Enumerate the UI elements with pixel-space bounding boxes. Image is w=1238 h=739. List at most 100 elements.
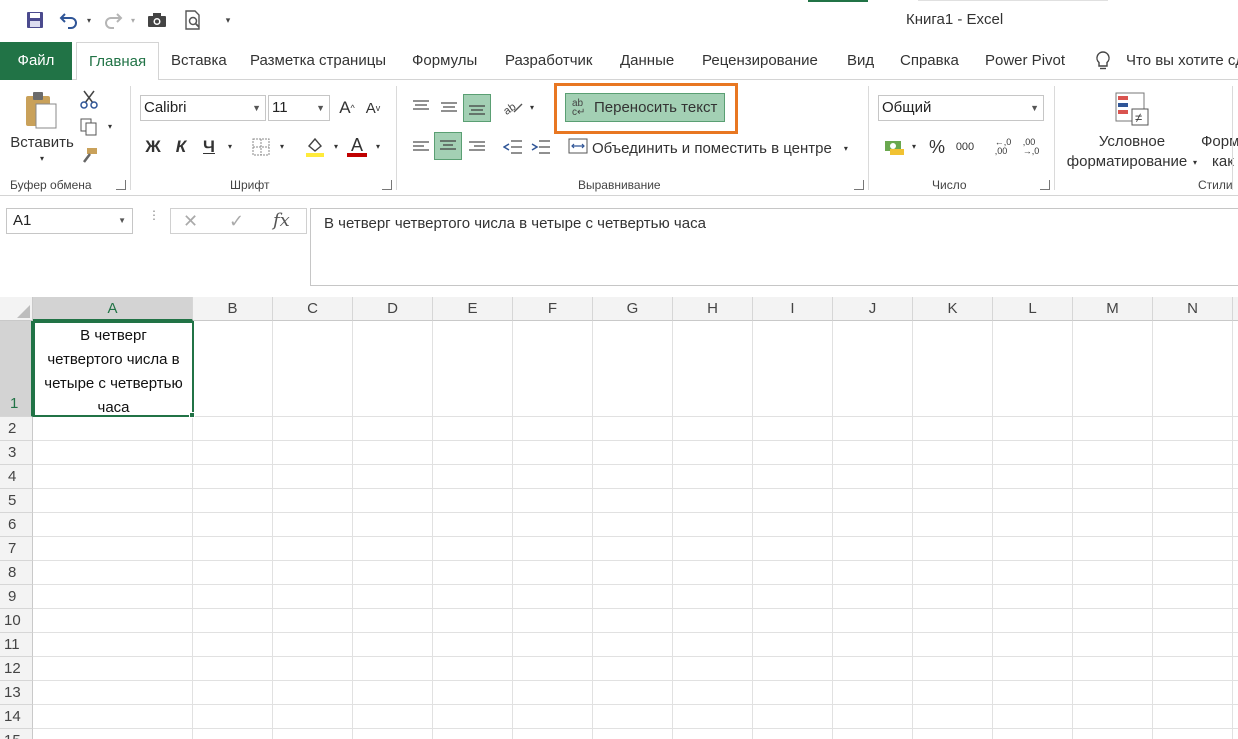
percent-button[interactable]: % xyxy=(926,134,948,160)
chevron-down-icon[interactable]: ▼ xyxy=(1030,96,1039,120)
chevron-down-icon[interactable]: ▼ xyxy=(316,96,325,120)
column-header-G[interactable]: G xyxy=(593,297,673,321)
clipboard-paste-icon[interactable] xyxy=(10,88,70,132)
increase-indent-icon[interactable] xyxy=(528,134,554,160)
column-header-H[interactable]: H xyxy=(673,297,753,321)
undo-dropdown-icon[interactable]: ▾ xyxy=(84,9,94,31)
save-icon[interactable] xyxy=(24,9,46,31)
tab-page-layout[interactable]: Разметка страницы xyxy=(250,42,386,80)
row-header-14[interactable]: 14 xyxy=(0,705,33,729)
borders-icon[interactable] xyxy=(248,134,274,160)
insert-function-icon[interactable]: fx xyxy=(273,210,290,231)
column-header-M[interactable]: M xyxy=(1073,297,1153,321)
lightbulb-icon[interactable] xyxy=(1094,42,1118,80)
align-right-icon[interactable] xyxy=(464,134,490,160)
column-header-I[interactable]: I xyxy=(753,297,833,321)
italic-button[interactable]: К xyxy=(170,134,192,160)
column-header-J[interactable]: J xyxy=(833,297,913,321)
row-header-5[interactable]: 5 xyxy=(0,489,33,513)
decrease-decimal-icon[interactable]: ,00 →,0 xyxy=(1018,134,1044,160)
grow-font-button[interactable]: A ^ xyxy=(336,95,358,121)
row-header-1[interactable]: 1 xyxy=(0,321,33,417)
align-left-icon[interactable] xyxy=(408,134,434,160)
conditional-dropdown-icon[interactable]: ▾ xyxy=(1190,156,1200,168)
underline-dropdown-icon[interactable]: ▾ xyxy=(224,138,236,154)
increase-decimal-icon[interactable]: ←,0,00 xyxy=(990,134,1016,160)
tab-help[interactable]: Справка xyxy=(900,42,959,80)
tab-formulas[interactable]: Формулы xyxy=(412,42,477,80)
format-as-table-line2[interactable]: как xyxy=(1212,152,1238,170)
select-all-corner[interactable] xyxy=(0,297,33,321)
name-box[interactable]: A1 ▼ xyxy=(6,208,133,234)
merge-dropdown-icon[interactable]: ▾ xyxy=(844,144,848,153)
orientation-dropdown-icon[interactable]: ▾ xyxy=(526,100,538,114)
tab-insert[interactable]: Вставка xyxy=(171,42,227,80)
column-header-C[interactable]: C xyxy=(273,297,353,321)
fill-color-dropdown-icon[interactable]: ▾ xyxy=(330,138,342,154)
formula-input[interactable]: В четверг четвертого числа в четыре с че… xyxy=(310,208,1238,286)
row-header-2[interactable]: 2 xyxy=(0,417,33,441)
row-header-9[interactable]: 9 xyxy=(0,585,33,609)
tab-file[interactable]: Файл xyxy=(0,42,72,80)
row-header-4[interactable]: 4 xyxy=(0,465,33,489)
alignment-launcher-icon[interactable] xyxy=(854,180,864,190)
camera-icon[interactable] xyxy=(146,9,168,31)
row-header-12[interactable]: 12 xyxy=(0,657,33,681)
column-header-B[interactable]: B xyxy=(193,297,273,321)
redo-dropdown-icon[interactable]: ▾ xyxy=(128,9,138,31)
row-header-11[interactable]: 11 xyxy=(0,633,33,657)
conditional-formatting-line2[interactable]: форматирование xyxy=(1064,152,1190,170)
font-color-dropdown-icon[interactable]: ▾ xyxy=(372,138,384,154)
column-header-E[interactable]: E xyxy=(433,297,513,321)
borders-dropdown-icon[interactable]: ▾ xyxy=(276,138,288,154)
number-launcher-icon[interactable] xyxy=(1040,180,1050,190)
paste-button[interactable]: Вставить xyxy=(8,132,76,152)
orientation-icon[interactable]: ab xyxy=(500,94,526,120)
chevron-down-icon[interactable]: ▼ xyxy=(118,209,126,233)
column-header-K[interactable]: K xyxy=(913,297,993,321)
row-header-10[interactable]: 10 xyxy=(0,609,33,633)
cell-a1[interactable]: В четверг четвертого числа в четыре с че… xyxy=(33,321,194,417)
wrap-text-button[interactable]: ab c↵ Переносить текст xyxy=(565,93,725,122)
customize-qat-icon[interactable]: ▾ xyxy=(222,9,234,31)
redo-icon[interactable] xyxy=(102,9,124,31)
font-name-combo[interactable]: Calibri ▼ xyxy=(140,95,266,121)
thousands-separator-button[interactable]: 000 xyxy=(952,134,978,160)
paste-dropdown-icon[interactable]: ▾ xyxy=(36,152,48,164)
clipboard-launcher-icon[interactable] xyxy=(116,180,126,190)
tell-me-search[interactable]: Что вы хотите сд xyxy=(1126,42,1238,80)
accounting-dropdown-icon[interactable]: ▾ xyxy=(908,138,920,154)
print-preview-icon[interactable] xyxy=(182,9,204,31)
font-color-button[interactable]: A xyxy=(344,134,370,160)
underline-button[interactable]: Ч xyxy=(198,134,220,160)
fill-handle[interactable] xyxy=(189,412,195,418)
row-header-13[interactable]: 13 xyxy=(0,681,33,705)
bold-button[interactable]: Ж xyxy=(142,134,164,160)
tab-power-pivot[interactable]: Power Pivot xyxy=(985,42,1065,80)
number-format-combo[interactable]: Общий ▼ xyxy=(878,95,1044,121)
row-header-6[interactable]: 6 xyxy=(0,513,33,537)
formula-bar-grip-icon[interactable]: ⋮ xyxy=(148,209,160,230)
enter-icon[interactable]: ✓ xyxy=(229,211,244,232)
copy-dropdown-icon[interactable]: ▾ xyxy=(104,120,116,132)
align-center-icon[interactable] xyxy=(434,132,462,160)
tab-view[interactable]: Вид xyxy=(847,42,874,80)
row-header-8[interactable]: 8 xyxy=(0,561,33,585)
font-size-combo[interactable]: 11 ▼ xyxy=(268,95,330,121)
copy-icon[interactable] xyxy=(78,116,100,138)
accounting-format-icon[interactable] xyxy=(882,134,908,160)
align-middle-icon[interactable] xyxy=(436,94,462,120)
shrink-font-button[interactable]: Av xyxy=(362,95,384,121)
conditional-formatting-line1[interactable]: Условное xyxy=(1080,132,1184,150)
conditional-formatting-icon[interactable]: ≠ xyxy=(1112,90,1152,128)
column-header-A[interactable]: A xyxy=(33,297,193,321)
format-painter-icon[interactable] xyxy=(78,144,100,166)
merge-center-button[interactable]: Объединить и поместить в центре ▾ xyxy=(568,136,858,160)
column-header-L[interactable]: L xyxy=(993,297,1073,321)
worksheet-grid[interactable]: A B C D E F G H I J K L M N 1 2 3 4 5 6 … xyxy=(0,297,1238,739)
tab-home[interactable]: Главная xyxy=(76,42,160,81)
row-header-7[interactable]: 7 xyxy=(0,537,33,561)
tab-review[interactable]: Рецензирование xyxy=(702,42,818,80)
align-top-icon[interactable] xyxy=(408,94,434,120)
fill-color-icon[interactable] xyxy=(302,134,328,160)
